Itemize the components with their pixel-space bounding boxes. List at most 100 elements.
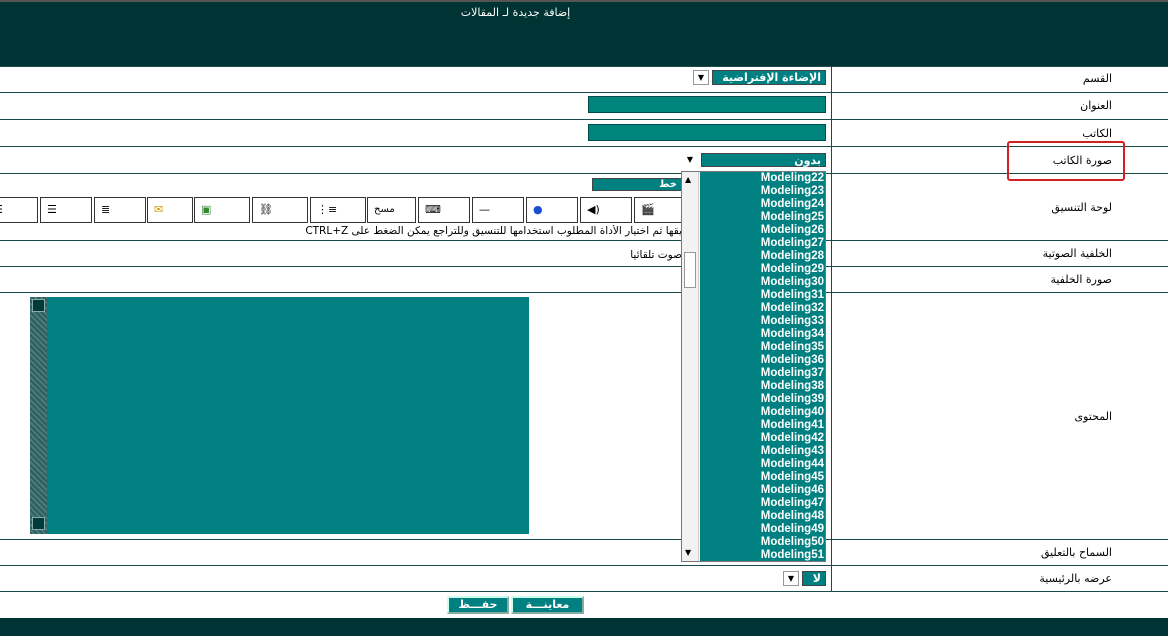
justify-button[interactable]: ≣: [94, 197, 146, 223]
comment-button[interactable]: ●: [526, 197, 578, 223]
section-select[interactable]: الإضاءة الإفتراضية: [712, 70, 826, 85]
allow-comments-label: السماح بالتعليق: [1040, 546, 1112, 559]
section-label: القسم: [1082, 72, 1112, 85]
dropdown-option[interactable]: Modeling28: [700, 250, 825, 263]
dropdown-option[interactable]: Modeling42: [700, 432, 825, 445]
scroll-down-icon[interactable]: ▼: [685, 548, 691, 557]
row-divider: [0, 240, 1168, 241]
row-divider: [0, 119, 1168, 120]
bg-image-label: صورة الخلفية: [1050, 273, 1112, 286]
format-panel-label: لوحة التنسيق: [1051, 201, 1112, 214]
preview-button[interactable]: معاينـــة: [511, 596, 584, 614]
dropdown-option[interactable]: Modeling40: [700, 406, 825, 419]
link-button[interactable]: ⛓: [252, 197, 308, 223]
dropdown-option[interactable]: Modeling30: [700, 276, 825, 289]
show-home-label: عرضه بالرئيسية: [1039, 572, 1112, 585]
scroll-up-icon[interactable]: ▲: [685, 175, 691, 184]
speech-bubble-icon: ●: [533, 203, 543, 216]
show-home-dropdown-arrow[interactable]: ▼: [783, 571, 799, 586]
dropdown-option[interactable]: Modeling32: [700, 302, 825, 315]
bg-sound-label: الخلفية الصوتية: [1042, 247, 1112, 260]
section-dropdown-arrow[interactable]: ▼: [693, 70, 709, 85]
dropdown-option[interactable]: Modeling26: [700, 224, 825, 237]
row-divider: [0, 92, 1168, 93]
email-icon: ✉: [154, 203, 164, 216]
dropdown-option[interactable]: Modeling44: [700, 458, 825, 471]
font-select[interactable]: خط: [592, 178, 682, 191]
dropdown-option[interactable]: Modeling22: [700, 172, 825, 185]
row-divider: [0, 173, 1168, 174]
image-button[interactable]: ▣: [194, 197, 250, 223]
title-input[interactable]: [588, 96, 826, 113]
title-label: العنوان: [1080, 99, 1112, 112]
dropdown-option[interactable]: Modeling37: [700, 367, 825, 380]
dropdown-option[interactable]: Modeling23: [700, 185, 825, 198]
resize-handle-icon[interactable]: [32, 517, 45, 530]
author-image-dropdown-arrow[interactable]: ▼: [682, 153, 698, 168]
dropdown-option[interactable]: Modeling51: [700, 549, 825, 561]
erase-label: مسح: [374, 204, 395, 215]
dropdown-scrollbar[interactable]: ▲ ▼: [682, 172, 699, 561]
align-right-button[interactable]: ☰: [0, 197, 38, 223]
dropdown-options: Modeling22 Modeling23 Modeling24 Modeling25…: [700, 172, 825, 561]
dropdown-option[interactable]: Modeling49: [700, 523, 825, 536]
dropdown-option[interactable]: Modeling43: [700, 445, 825, 458]
show-home-select[interactable]: لا: [802, 571, 826, 586]
align-center-icon: ☰: [47, 203, 57, 216]
dropdown-option[interactable]: Modeling50: [700, 536, 825, 549]
dropdown-option[interactable]: Modeling36: [700, 354, 825, 367]
author-image-dropdown-list[interactable]: ▲ ▼ Modeling22 Modeling23 Modeling24 Modeli…: [681, 171, 826, 562]
save-button[interactable]: حفـــظ: [447, 596, 509, 614]
editor-scroll-up[interactable]: [32, 299, 45, 312]
editor-scrollbar[interactable]: [30, 297, 47, 534]
justify-icon: ≣: [101, 203, 111, 216]
email-button[interactable]: ✉: [147, 197, 193, 223]
film-icon: 🎬: [641, 203, 655, 216]
align-right-icon: ☰: [0, 198, 3, 222]
link-icon: ⛓: [259, 203, 273, 216]
dropdown-option[interactable]: Modeling33: [700, 315, 825, 328]
dropdown-option[interactable]: Modeling29: [700, 263, 825, 276]
dropdown-option[interactable]: Modeling39: [700, 393, 825, 406]
dropdown-option[interactable]: Modeling25: [700, 211, 825, 224]
author-input[interactable]: [588, 124, 826, 141]
page-title: إضافة جديدة لـ المقالات: [460, 6, 571, 19]
author-image-select[interactable]: بدون: [701, 153, 826, 167]
bg-sound-hint: صوت تلقائيا: [630, 249, 682, 261]
dropdown-option[interactable]: Modeling31: [700, 289, 825, 302]
dropdown-option[interactable]: Modeling45: [700, 471, 825, 484]
dropdown-option[interactable]: Modeling38: [700, 380, 825, 393]
format-hint: يقها ثم اختيار الأداة المطلوب استخدامها …: [305, 225, 682, 237]
keyboard-icon: ⌨: [425, 203, 441, 216]
sound-button[interactable]: ◀): [580, 197, 632, 223]
list-button[interactable]: ⋮≡: [310, 197, 366, 223]
dropdown-option[interactable]: Modeling46: [700, 484, 825, 497]
horizontal-rule-icon: —: [479, 203, 490, 216]
erase-button[interactable]: مسح: [367, 197, 416, 223]
dropdown-option[interactable]: Modeling41: [700, 419, 825, 432]
row-divider: [0, 565, 1168, 566]
align-center-button[interactable]: ☰: [40, 197, 92, 223]
scroll-thumb[interactable]: [684, 252, 696, 288]
keyboard-button[interactable]: ⌨: [418, 197, 470, 223]
row-divider: [0, 66, 1168, 67]
list-icon: ⋮≡: [317, 203, 338, 216]
dropdown-option[interactable]: Modeling35: [700, 341, 825, 354]
content-editor[interactable]: [30, 297, 529, 534]
column-divider: [831, 66, 832, 591]
dropdown-option[interactable]: Modeling34: [700, 328, 825, 341]
author-label: الكاتب: [1082, 127, 1112, 140]
highlight-box: [1007, 141, 1125, 181]
row-divider: [0, 146, 1168, 147]
content-label: المحتوى: [1074, 410, 1112, 423]
dropdown-option[interactable]: Modeling27: [700, 237, 825, 250]
row-divider: [0, 266, 1168, 267]
page-header: إضافة جديدة لـ المقالات: [0, 0, 1168, 66]
dropdown-option[interactable]: Modeling24: [700, 198, 825, 211]
page-footer: [0, 618, 1168, 636]
video-button[interactable]: 🎬: [634, 197, 684, 223]
horizontal-rule-button[interactable]: —: [472, 197, 524, 223]
dropdown-option[interactable]: Modeling47: [700, 497, 825, 510]
row-divider: [0, 292, 1168, 293]
dropdown-option[interactable]: Modeling48: [700, 510, 825, 523]
